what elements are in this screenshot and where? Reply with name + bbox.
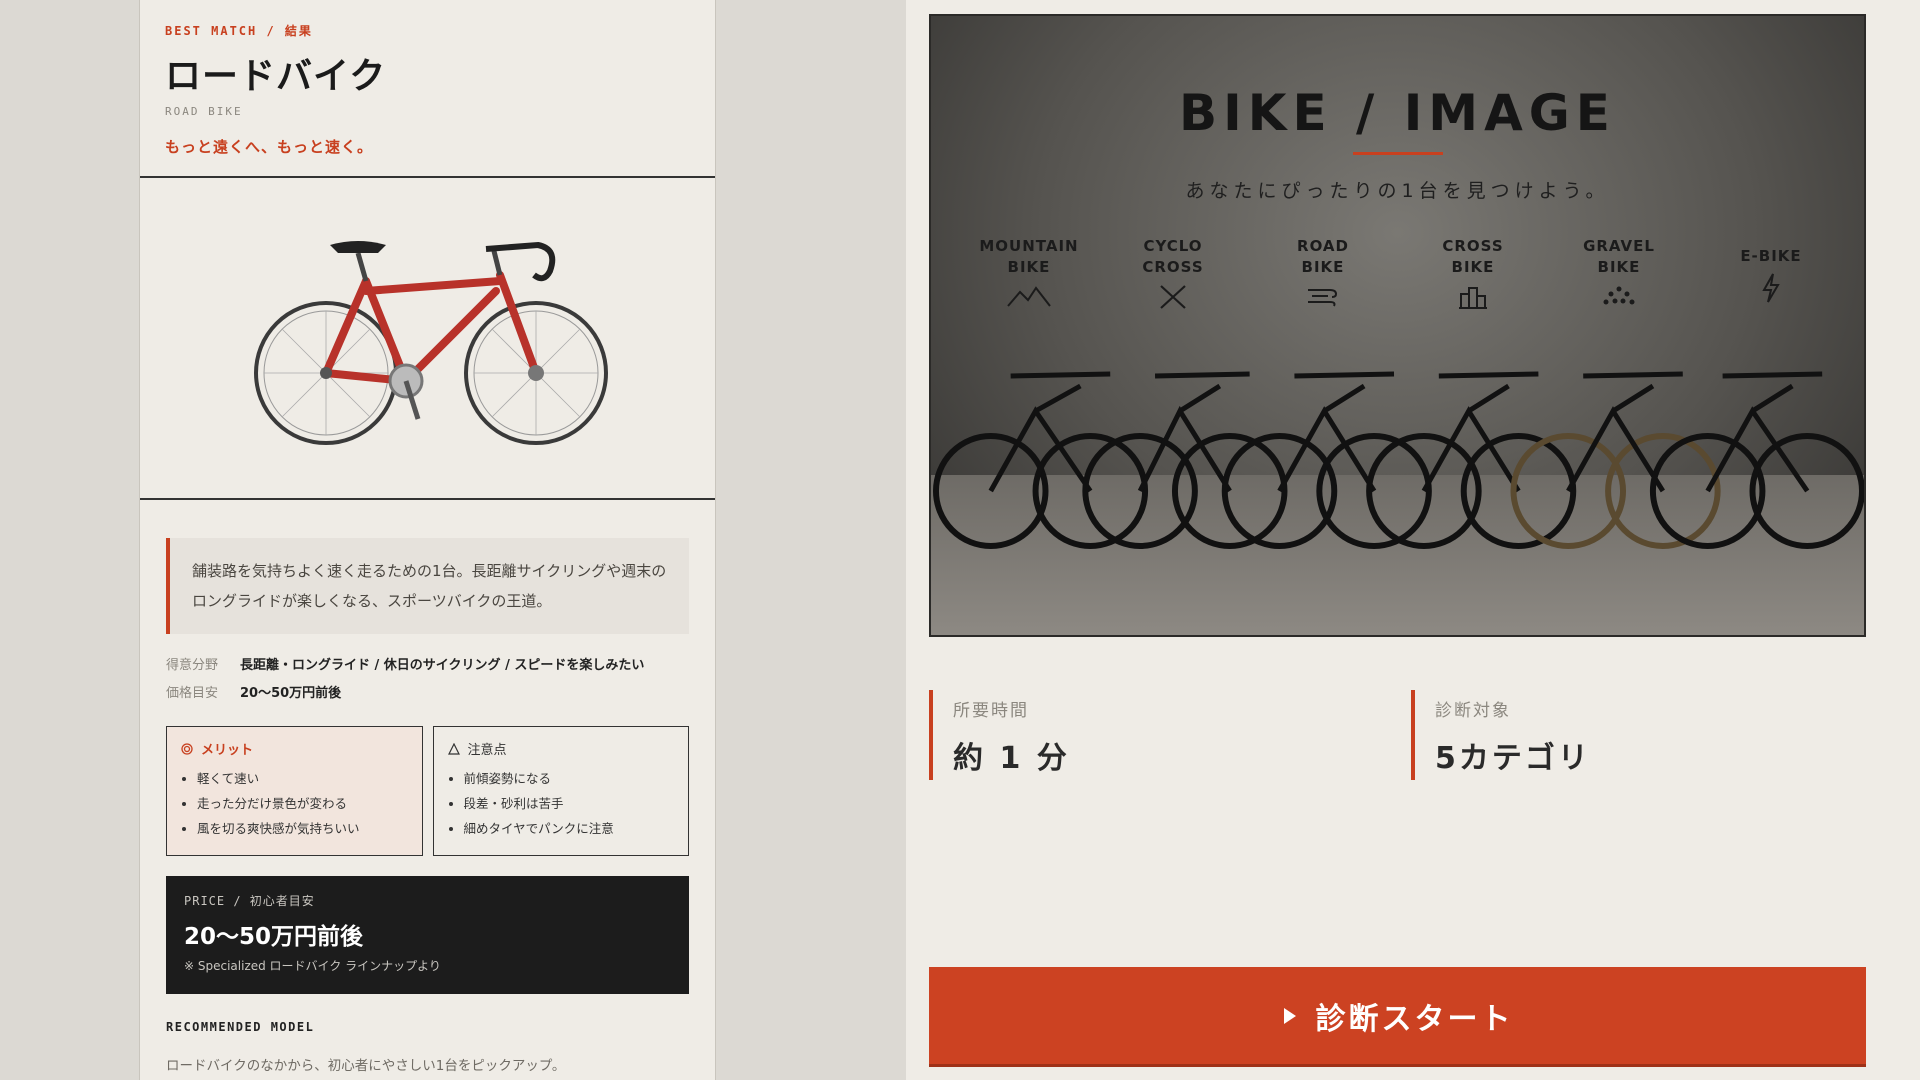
cons-list: 前傾姿勢になる 段差・砂利は苦手 細めタイヤでパンクに注意 xyxy=(448,766,675,841)
category-road: ROAD BIKE xyxy=(1263,236,1383,312)
bike-silhouette xyxy=(1510,371,1721,549)
pros-title: メリット xyxy=(181,739,408,758)
meta-key: 得意分野 xyxy=(166,658,219,673)
stat-label: 診断対象 xyxy=(1435,701,1511,721)
stat-value: 5カテゴリ xyxy=(1435,741,1591,776)
meta-value: 20〜50万円前後 xyxy=(240,686,342,701)
start-button-label: 診断スタート xyxy=(1315,1002,1514,1036)
recommended-text: ロードバイクのなかから、初心者にやさしい1台をピックアップ。 xyxy=(166,1058,566,1074)
category-cross: CROSS BIKE xyxy=(1413,236,1533,312)
category-ebike: E-BIKE xyxy=(1711,246,1831,303)
bike-silhouette xyxy=(1649,371,1864,549)
category-line2: BIKE xyxy=(1007,258,1051,276)
mountain-icon xyxy=(1007,286,1051,307)
hero-subtitle: あなたにぴったりの1台を見つけよう。 xyxy=(1185,180,1610,202)
triangle-icon xyxy=(447,742,460,755)
price-note: ※ Specialized ロードバイク ラインナップより xyxy=(184,959,441,973)
result-card: BEST MATCH / 結果 ロードバイク ROAD BIKE もっと遠くへ、… xyxy=(139,0,716,1080)
play-icon xyxy=(1283,1007,1296,1024)
bike-lineup-image: BIKE / IMAGE あなたにぴったりの1台を見つけよう。 MOUNTAIN… xyxy=(929,14,1866,637)
recommended-label: RECOMMENDED MODEL xyxy=(166,1020,315,1034)
category-line2: CROSS xyxy=(1142,258,1204,276)
stat-target: 診断対象 5カテゴリ xyxy=(1411,690,1591,780)
list-item: 走った分だけ景色が変わる xyxy=(197,791,408,816)
list-item: 細めタイヤでパンクに注意 xyxy=(464,816,675,841)
category-line2: BIKE xyxy=(1597,258,1641,276)
price-kicker: PRICE / 初心者目安 xyxy=(184,894,315,908)
bike-type-english: ROAD BIKE xyxy=(165,105,243,118)
gravel-icon xyxy=(1603,286,1635,305)
stat-label: 所要時間 xyxy=(953,701,1029,721)
bike-lineup-illustration xyxy=(932,371,1864,549)
cons-title-text: 注意点 xyxy=(467,743,507,758)
meta-value: 長距離・ロングライド / 休日のサイクリング / スピードを楽しみたい xyxy=(240,658,645,673)
bike-silhouette xyxy=(932,371,1149,549)
cross-icon xyxy=(1160,285,1186,309)
category-line1: ROAD xyxy=(1297,237,1349,255)
category-line1: CROSS xyxy=(1442,237,1504,255)
hero-divider xyxy=(1352,152,1443,155)
list-item: 軽くて速い xyxy=(197,766,408,791)
pros-box: メリット 軽くて速い 走った分だけ景色が変わる 風を切る爽快感が気持ちいい xyxy=(166,726,423,856)
road-bike-icon xyxy=(253,241,608,445)
category-line2: BIKE xyxy=(1301,258,1345,276)
cons-title: 注意点 xyxy=(447,739,675,758)
buildings-icon xyxy=(1459,287,1487,309)
category-line2: BIKE xyxy=(1451,258,1495,276)
stat-value: 約 1 分 xyxy=(953,741,1070,776)
cons-box: 注意点 前傾姿勢になる 段差・砂利は苦手 細めタイヤでパンクに注意 xyxy=(432,726,689,856)
lightning-icon xyxy=(1762,273,1780,303)
pros-list: 軽くて速い 走った分だけ景色が変わる 風を切る爽快感が気持ちいい xyxy=(181,766,408,841)
pros-title-text: メリット xyxy=(201,743,254,758)
category-strip: MOUNTAIN BIKE CYCLO CROSS ROAD BIKE CROSS BI… xyxy=(931,236,1864,316)
category-line1: GRAVEL xyxy=(1583,237,1655,255)
list-item: 段差・砂利は苦手 xyxy=(464,791,675,816)
category-cyclocross: CYCLO CROSS xyxy=(1113,236,1233,312)
category-line1: CYCLO xyxy=(1143,237,1203,255)
meta-row-strengths: 得意分野 長距離・ロングライド / 休日のサイクリング / スピードを楽しみたい xyxy=(166,652,689,680)
wind-icon xyxy=(1308,289,1338,307)
meta-key: 価格目安 xyxy=(166,686,219,701)
start-diagnosis-button[interactable]: 診断スタート xyxy=(929,967,1866,1067)
price-box: PRICE / 初心者目安 20〜50万円前後 ※ Specialized ロー… xyxy=(166,876,689,994)
road-bike-illustration xyxy=(140,178,715,500)
double-circle-icon xyxy=(181,742,193,755)
stat-duration: 所要時間 約 1 分 xyxy=(929,690,1070,780)
meta-row-price: 価格目安 20〜50万円前後 xyxy=(166,680,689,708)
result-header: BEST MATCH / 結果 ロードバイク ROAD BIKE もっと遠くへ、… xyxy=(140,0,715,178)
bike-meta: 得意分野 長距離・ロングライド / 休日のサイクリング / スピードを楽しみたい… xyxy=(166,652,689,708)
diagnosis-panel: BIKE / IMAGE あなたにぴったりの1台を見つけよう。 MOUNTAIN… xyxy=(906,0,1920,1080)
bike-tagline: もっと遠くへ、もっと速く。 xyxy=(165,138,374,156)
list-item: 前傾姿勢になる xyxy=(464,766,675,791)
pros-cons: メリット 軽くて速い 走った分だけ景色が変わる 風を切る爽快感が気持ちいい 注意… xyxy=(166,726,689,856)
result-kicker: BEST MATCH / 結果 xyxy=(165,24,313,38)
bike-silhouette xyxy=(1082,371,1288,549)
category-mountain: MOUNTAIN BIKE xyxy=(969,236,1089,312)
category-gravel: GRAVEL BIKE xyxy=(1559,236,1679,312)
bike-description: 舗装路を気持ちよく速く走るための1台。長距離サイクリングや週末のロングライドが楽… xyxy=(166,538,689,634)
category-line1: MOUNTAIN xyxy=(979,237,1079,255)
hero-title: BIKE / IMAGE xyxy=(1179,84,1616,142)
bike-silhouette xyxy=(1366,371,1577,549)
bike-silhouette xyxy=(1221,371,1432,549)
price-value: 20〜50万円前後 xyxy=(184,924,364,950)
diagnosis-stats: 所要時間 約 1 分 診断対象 5カテゴリ xyxy=(929,690,1866,780)
category-line1: E-BIKE xyxy=(1740,247,1802,265)
bike-type-title: ロードバイク xyxy=(165,56,387,97)
list-item: 風を切る爽快感が気持ちいい xyxy=(197,816,408,841)
